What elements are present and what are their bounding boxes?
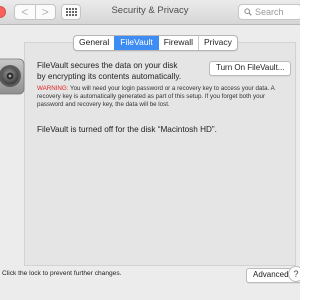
- warning-message: WARNING: You will need your login passwo…: [37, 85, 287, 109]
- search-input[interactable]: [252, 7, 297, 17]
- filevault-description: FileVault secures the data on your disk …: [37, 61, 182, 81]
- warning-label: WARNING:: [37, 85, 69, 92]
- tab-filevault[interactable]: FileVault: [114, 36, 158, 50]
- title-bar: < > Security & Privacy: [0, 0, 300, 25]
- help-button[interactable]: ?: [288, 266, 300, 282]
- preferences-window: < > Security & Privacy General FileVault…: [0, 0, 300, 300]
- filevault-status: FileVault is turned off for the disk “Ma…: [37, 125, 217, 134]
- warning-text: You will need your login password or a r…: [37, 85, 275, 108]
- show-all-grid-icon[interactable]: [61, 4, 81, 20]
- tab-privacy[interactable]: Privacy: [197, 36, 237, 50]
- forward-button[interactable]: >: [34, 5, 56, 19]
- back-button[interactable]: <: [15, 5, 35, 19]
- search-field[interactable]: [238, 4, 300, 20]
- filevault-safe-icon: [0, 58, 25, 95]
- close-window-button[interactable]: [0, 6, 6, 18]
- window-title: Security & Privacy: [111, 5, 189, 16]
- tab-bar: General FileVault Firewall Privacy: [73, 35, 238, 51]
- search-icon: [244, 8, 252, 16]
- tab-firewall[interactable]: Firewall: [157, 36, 198, 50]
- turn-on-filevault-button[interactable]: Turn On FileVault...: [209, 61, 292, 76]
- lock-instruction: Click the lock to prevent further change…: [2, 270, 122, 277]
- tab-general[interactable]: General: [74, 36, 114, 50]
- navigation-buttons: < >: [14, 4, 56, 20]
